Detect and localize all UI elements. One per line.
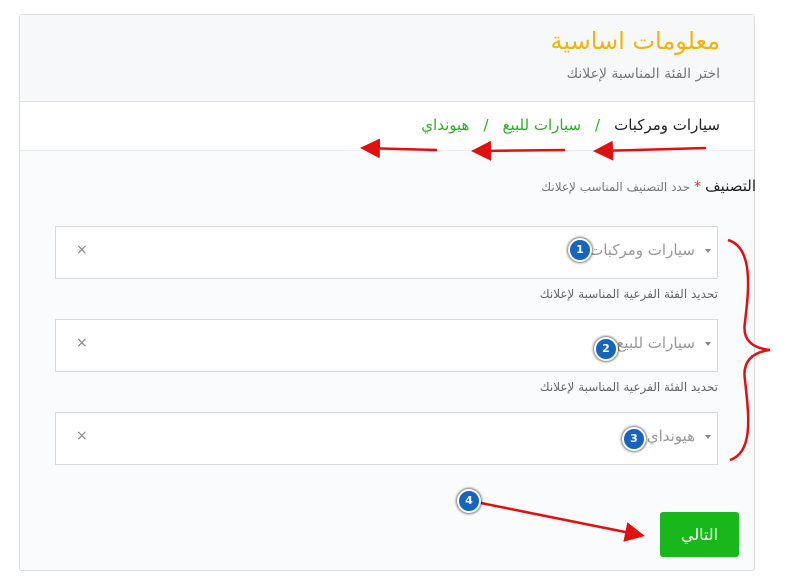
subcategory-select-value: سيارات للبيع: [616, 334, 695, 352]
step-badge-2: 2: [594, 337, 618, 361]
clear-icon[interactable]: ×: [76, 428, 88, 444]
clear-icon[interactable]: ×: [76, 242, 88, 258]
breadcrumb-separator: /: [595, 116, 601, 134]
breadcrumb-item-hyundai[interactable]: هيونداي: [421, 116, 469, 134]
chevron-down-icon: [705, 249, 711, 253]
chevron-down-icon: [705, 435, 711, 439]
breadcrumb-separator: /: [483, 116, 489, 134]
step-badge-1: 1: [568, 238, 592, 262]
clear-icon[interactable]: ×: [76, 335, 88, 351]
card-header: معلومات اساسية اختر الفئة المناسبة لإعلا…: [20, 15, 754, 102]
subcategory-help-text: تحديد الفئة الفرعية المناسبة لإعلانك: [539, 380, 718, 394]
category-select[interactable]: سيارات ومركبات ×: [55, 226, 718, 279]
brand-select-value: هيونداي: [646, 427, 695, 445]
next-button[interactable]: التالي: [660, 512, 739, 557]
chevron-down-icon: [705, 342, 711, 346]
category-hint: حدد التصنيف المناسب لإعلانك: [541, 180, 691, 194]
breadcrumb: سيارات ومركبات / سيارات للبيع / هيونداي: [421, 116, 720, 134]
breadcrumb-item-cars-vehicles: سيارات ومركبات: [614, 116, 720, 134]
step-badge-4: 4: [457, 489, 481, 513]
page-title: معلومات اساسية: [550, 27, 720, 55]
subcategory-select[interactable]: سيارات للبيع ×: [55, 319, 718, 372]
category-label: التصنيف: [705, 177, 756, 195]
category-field-label: التصنيف*حدد التصنيف المناسب لإعلانك: [541, 176, 756, 195]
category-select-value: سيارات ومركبات: [589, 241, 695, 259]
step-badge-3: 3: [622, 427, 646, 451]
page-subtitle: اختر الفئة المناسبة لإعلانك: [566, 66, 720, 82]
breadcrumb-item-cars-for-sale[interactable]: سيارات للبيع: [503, 116, 582, 134]
breadcrumb-bar: سيارات ومركبات / سيارات للبيع / هيونداي: [20, 102, 754, 151]
brand-select[interactable]: هيونداي ×: [55, 412, 718, 465]
subcategory-help-text: تحديد الفئة الفرعية المناسبة لإعلانك: [539, 287, 718, 301]
required-mark: *: [694, 179, 702, 195]
